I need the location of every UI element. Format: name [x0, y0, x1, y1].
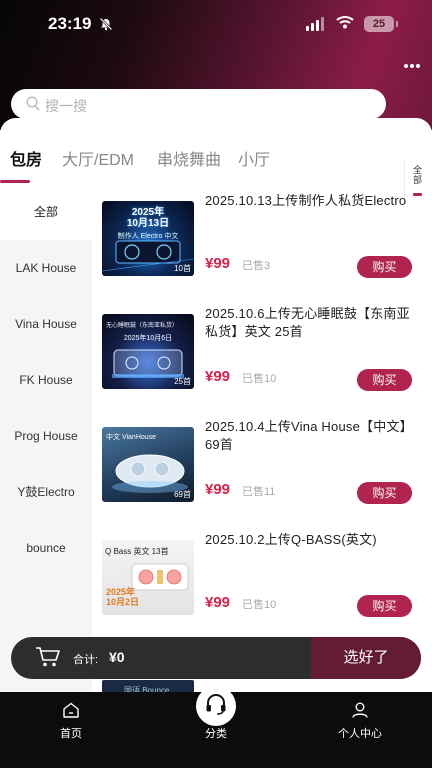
sidebar-item-all[interactable]: 全部	[0, 184, 92, 240]
thumbnail-caption: 中文 VianHouse	[106, 434, 157, 441]
sidebar-item-label: bounce	[26, 541, 66, 555]
nav-home[interactable]: 首页	[56, 702, 86, 741]
product-price: ¥99	[205, 368, 231, 385]
sidebar-item-fk-house[interactable]: FK House	[0, 352, 92, 408]
tab-private-room[interactable]: 包房	[10, 146, 42, 170]
sidebar-item-prog-house[interactable]: Prog House	[0, 408, 92, 464]
buy-button[interactable]: 购买	[357, 369, 412, 391]
product-price: ¥99	[205, 255, 231, 272]
headset-icon	[204, 692, 228, 721]
product-title: 2025.10.13上传制作人私货Electro	[205, 193, 407, 208]
nav-category[interactable]: 分类	[196, 725, 236, 741]
product-card[interactable]: 无心睡眠鼓（东南亚私货） 2025年10月6日 25首 2025.10.6上传无…	[102, 301, 420, 401]
thumbnail-subtitle: 制作人 Electro 中文	[117, 233, 179, 240]
sold-count: 已售3	[242, 260, 271, 272]
track-count-badge: 10首	[174, 264, 191, 273]
status-bar: 23:19 25	[0, 10, 432, 38]
nav-home-label: 首页	[60, 728, 82, 740]
track-count-badge: 25首	[174, 377, 191, 386]
cart-bar: 合计: ¥0 选好了	[11, 637, 421, 679]
next-product-thumbnail-peek: 国语 Bounce	[102, 680, 194, 695]
sidebar-item-bounce[interactable]: bounce	[0, 520, 92, 576]
product-card[interactable]: 中文 VianHouse 69首 2025.10.4上传Vina House【中…	[102, 414, 420, 514]
product-card[interactable]: Q Bass 英文 13首 2025年 10月2日 2025.10.2上传Q-B…	[102, 527, 420, 627]
product-thumbnail: 无心睡眠鼓（东南亚私货） 2025年10月6日 25首	[102, 314, 194, 389]
signal-icon	[306, 17, 324, 31]
product-title: 2025.10.6上传无心睡眠鼓【东南亚私货】英文 25首	[205, 306, 410, 339]
product-price: ¥99	[205, 594, 231, 611]
total-label: 合计:	[73, 654, 99, 666]
product-title: 2025.10.4上传Vina House【中文】69首	[205, 419, 413, 452]
sidebar-item-label: Y鼓Electro	[17, 485, 75, 499]
search-placeholder: 搜一搜	[45, 98, 87, 114]
active-tab-indicator	[0, 180, 30, 183]
product-thumbnail: 2025年 10月13日 制作人 Electro 中文 10首	[102, 201, 194, 276]
sidebar-item-label: LAK House	[15, 261, 77, 275]
sold-count: 已售11	[242, 486, 276, 498]
mute-bell-icon	[99, 17, 113, 36]
product-thumbnail: Q Bass 英文 13首 2025年 10月2日	[102, 540, 194, 615]
thumbnail-caption: 2025年 10月13日	[126, 207, 170, 229]
nav-category-label: 分类	[205, 728, 227, 740]
confirm-selection-button[interactable]: 选好了	[311, 637, 421, 679]
product-price: ¥99	[205, 481, 231, 498]
sidebar-item-lak-house[interactable]: LAK House	[0, 240, 92, 296]
tab-small-hall[interactable]: 小厅	[238, 146, 270, 170]
thumbnail-caption: Q Bass 英文 13首	[105, 547, 169, 556]
sidebar-item-label: Vina House	[15, 317, 77, 331]
header: 23:19 25 搜一搜	[0, 0, 432, 130]
sidebar-item-label: FK House	[19, 373, 73, 387]
sidebar-item-vina-house[interactable]: Vina House	[0, 296, 92, 352]
sidebar-item-label: Prog House	[14, 429, 78, 443]
thumbnail-subtitle: 无心睡眠鼓（东南亚私货）	[106, 323, 179, 329]
nav-profile[interactable]: 个人中心	[330, 702, 390, 741]
battery-indicator: 25	[364, 16, 398, 32]
product-thumbnail: 中文 VianHouse 69首	[102, 427, 194, 502]
buy-button[interactable]: 购买	[357, 256, 412, 278]
sidebar-item-y-electro[interactable]: Y鼓Electro	[0, 464, 92, 520]
track-count-badge: 69首	[174, 490, 191, 499]
sold-count: 已售10	[242, 373, 277, 385]
shopping-cart-icon[interactable]	[35, 646, 61, 673]
more-options-icon[interactable]	[404, 64, 420, 68]
nav-profile-label: 个人中心	[338, 728, 382, 740]
product-title: 2025.10.2上传Q-BASS(英文)	[205, 532, 377, 547]
buy-button[interactable]: 购买	[357, 482, 412, 504]
thumbnail-subtitle: 2025年 10月2日	[106, 587, 140, 607]
sidebar-item-label: 全部	[33, 205, 58, 219]
user-icon	[330, 702, 390, 721]
search-input[interactable]: 搜一搜	[11, 89, 386, 119]
wifi-icon	[336, 15, 354, 34]
total-value: ¥0	[109, 649, 125, 665]
tab-hall-edm[interactable]: 大厅/EDM	[62, 146, 134, 170]
home-icon	[56, 702, 86, 721]
sold-count: 已售10	[242, 599, 277, 611]
sidebar: 全部 LAK House Vina House FK House Prog Ho…	[0, 184, 92, 714]
buy-button[interactable]: 购买	[357, 595, 412, 617]
tab-medley[interactable]: 串烧舞曲	[157, 146, 221, 170]
search-icon	[26, 96, 40, 117]
status-time: 23:19	[48, 14, 92, 33]
thumbnail-caption: 2025年10月6日	[123, 335, 173, 342]
tab-all-label: 全部	[413, 165, 423, 185]
product-card[interactable]: 2025年 10月13日 制作人 Electro 中文 10首 2025.10.…	[102, 188, 420, 288]
nav-category-button[interactable]	[196, 686, 236, 726]
